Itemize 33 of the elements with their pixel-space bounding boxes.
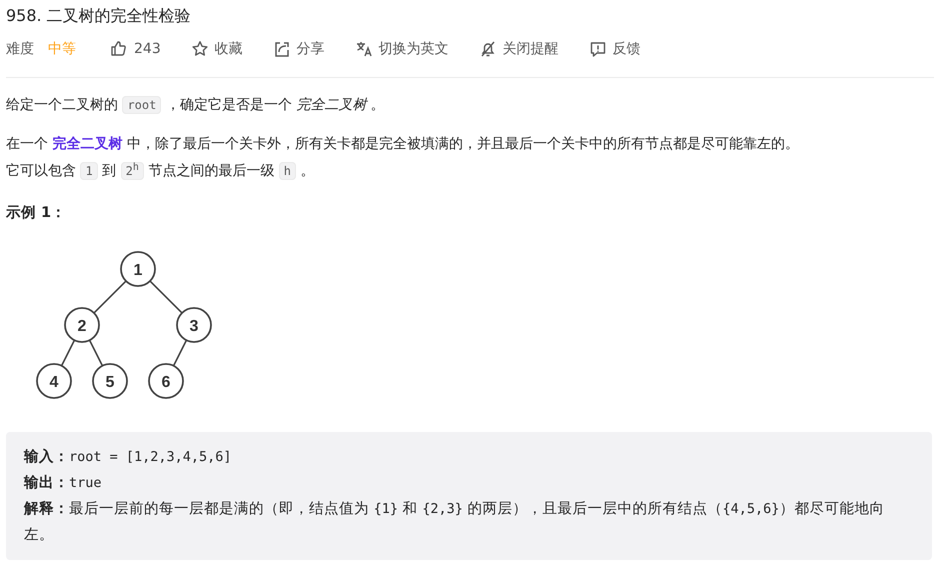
star-icon — [190, 40, 209, 58]
tree-node: 6 — [148, 363, 184, 399]
mute-reminder-button[interactable]: 关闭提醒 — [478, 40, 559, 58]
thumbs-up-icon — [110, 40, 128, 58]
favorite-button[interactable]: 收藏 — [190, 40, 243, 58]
example-heading: 示例 1： — [6, 204, 68, 222]
difficulty-value: 中等 — [48, 40, 76, 58]
like-button[interactable]: 243 — [110, 40, 161, 58]
description-paragraph: 在一个 完全二叉树 中，除了最后一个关卡外，所有关卡都是完全被填满的，并且最后一个关卡中的所有节点都是尽可能靠左的。 它可以包含 1 到 2$^{h}$ 节点之间的最后一级 h 。 — [6, 134, 800, 182]
tree-node: 1 — [120, 251, 156, 287]
tree-edge — [172, 340, 188, 366]
term-link[interactable]: 完全二叉树 — [52, 136, 122, 152]
problem-title: 958. 二叉树的完全性检验 — [6, 6, 192, 27]
tree-edge — [93, 280, 127, 314]
example-line: 输入：root = [1,2,3,4,5,6] — [24, 448, 233, 467]
tree-edge — [149, 280, 183, 314]
translate-icon — [354, 40, 373, 58]
tree-edge — [60, 340, 76, 366]
tree-edge — [88, 340, 104, 366]
description-paragraph: 给定一个二叉树的 root ，确定它是否是一个 完全二叉树 。 — [6, 95, 386, 116]
example-line: 输出：true — [24, 474, 103, 493]
share-button[interactable]: 分享 — [272, 40, 325, 58]
tree-node: 4 — [36, 363, 72, 399]
tree-node: 3 — [176, 307, 212, 343]
example-line: 解释：最后一层前的每一层都是满的（即，结点值为 {1} 和 {2,3} 的两层），且最后一层中的所有结点（{4,5,6}）都尽可能地向左。 — [24, 500, 886, 545]
feedback-button[interactable]: 反馈 — [588, 40, 641, 58]
share-icon — [272, 40, 291, 58]
tree-node: 2 — [64, 307, 100, 343]
translate-button[interactable]: 切换为英文 — [354, 40, 449, 58]
tree-node: 5 — [92, 363, 128, 399]
difficulty-label: 难度 — [6, 40, 34, 58]
feedback-icon — [588, 40, 607, 58]
bell-off-icon — [478, 40, 497, 58]
